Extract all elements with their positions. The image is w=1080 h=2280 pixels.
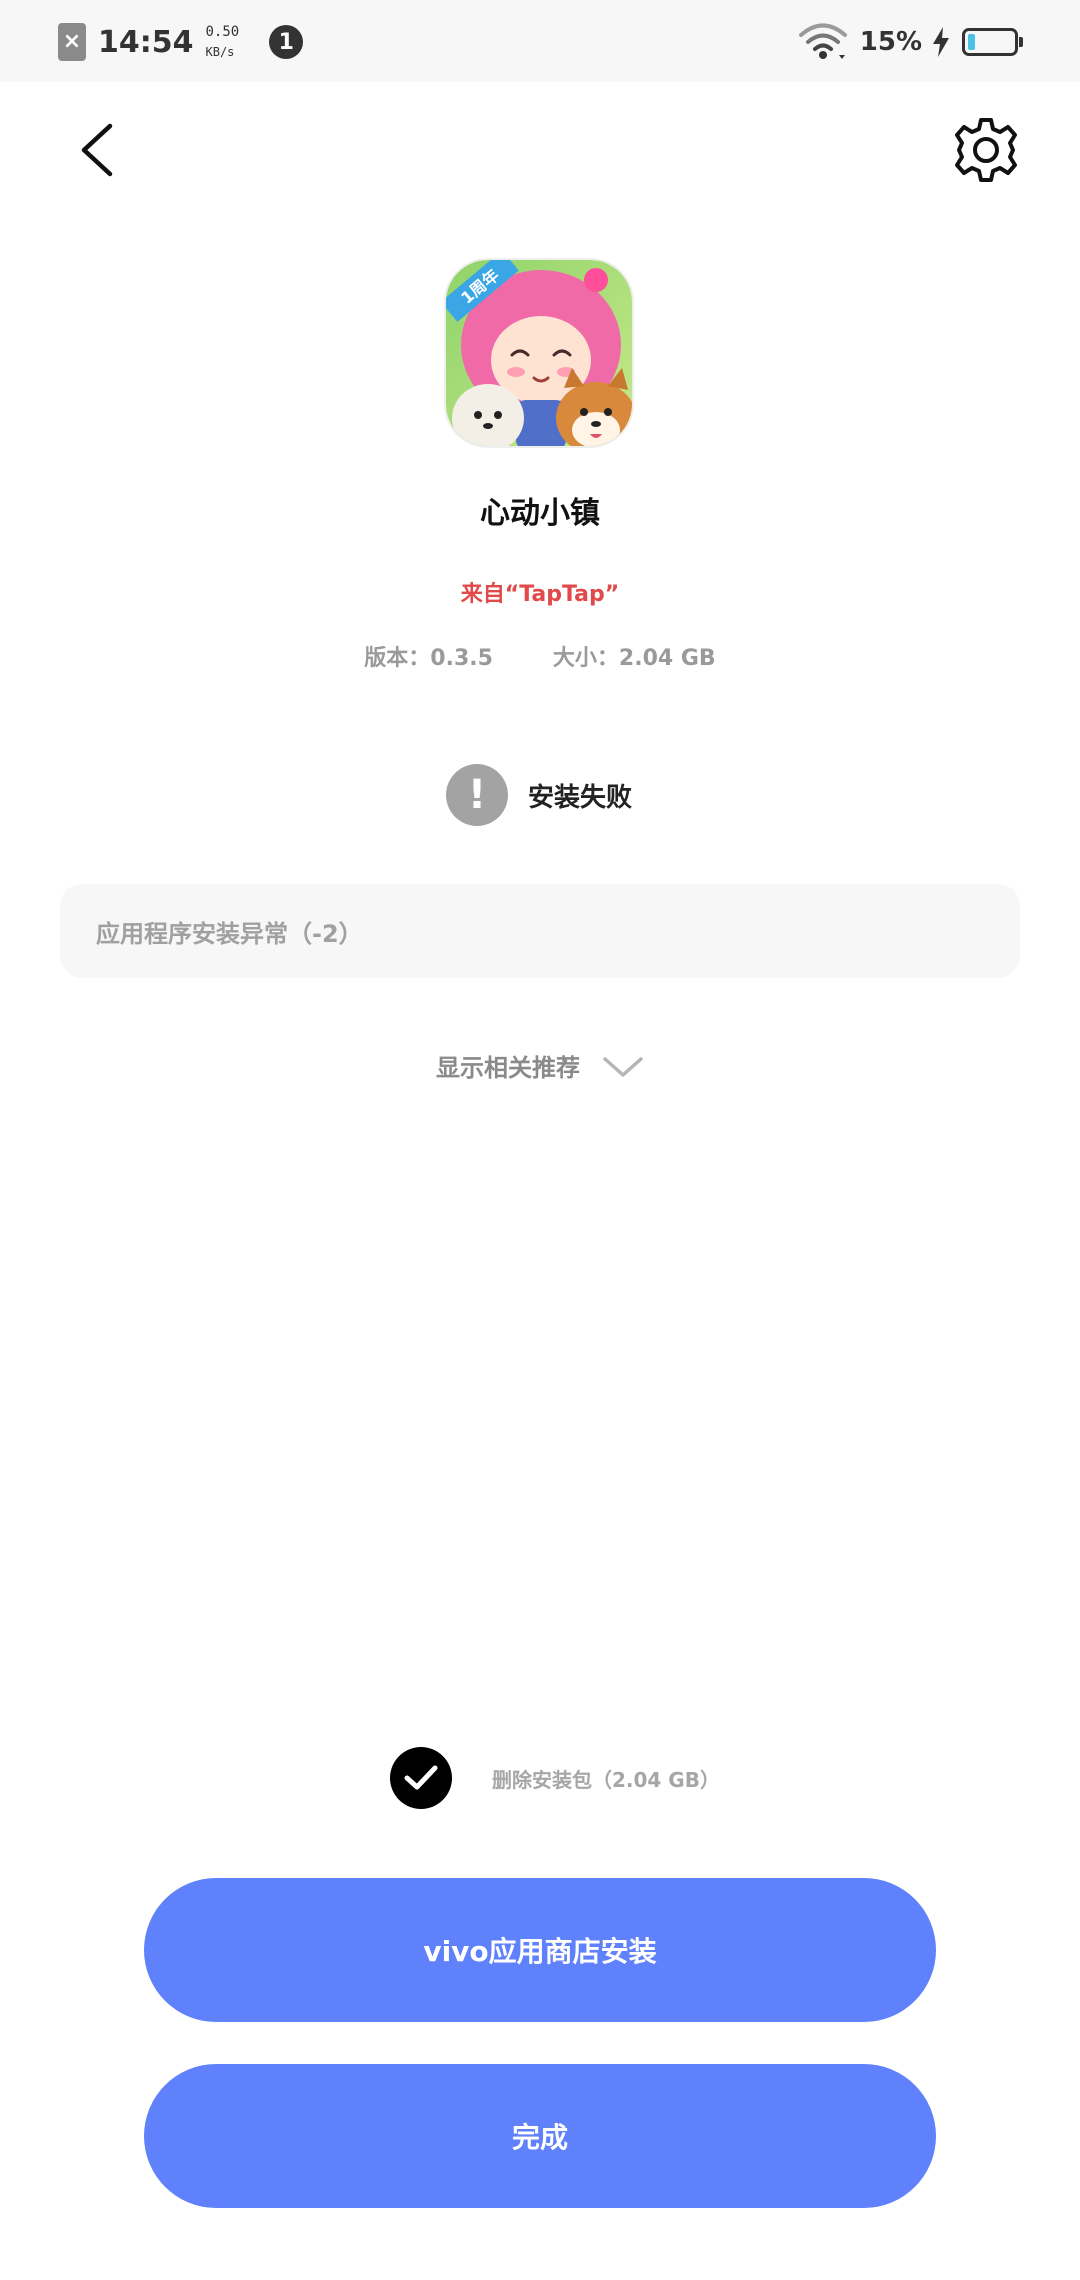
checkmark-icon (404, 1765, 438, 1790)
battery-icon (962, 28, 1023, 56)
gear-icon (955, 118, 1017, 182)
delete-package-option[interactable]: 删除安装包（2.04 GB） (390, 1746, 720, 1810)
chevron-left-icon (81, 123, 113, 177)
delete-package-checkbox[interactable] (390, 1747, 452, 1809)
status-bar: × 14:54 0.50 KB/s 1 15% (0, 0, 1080, 82)
error-message: 应用程序安装异常（-2） (96, 919, 363, 948)
wifi-icon (798, 23, 847, 59)
app-size: 大小：2.04 GB (552, 646, 716, 671)
network-speed-value: 0.50 (205, 24, 240, 40)
status-time: 14:54 (98, 24, 194, 60)
battery-percent: 15% (859, 27, 922, 57)
app-icon: 1周年 (444, 258, 634, 448)
back-button[interactable] (66, 112, 126, 188)
no-sim-icon: × (58, 23, 86, 61)
show-recommend-label: 显示相关推荐 (436, 1054, 580, 1082)
chevron-down-icon (603, 1056, 643, 1077)
status-right: 15% (798, 20, 1023, 64)
exclamation-icon: ! (446, 764, 508, 826)
settings-button[interactable] (950, 114, 1022, 186)
notification-badge: 1 (269, 25, 304, 59)
done-button[interactable]: 完成 (144, 2064, 936, 2208)
delete-package-label: 删除安装包（2.04 GB） (492, 1767, 720, 1792)
install-status: ! 安装失败 (446, 764, 632, 826)
error-message-box: 应用程序安装异常（-2） (60, 884, 1020, 978)
store-install-button[interactable]: vivo应用商店安装 (144, 1878, 936, 2022)
show-recommend-toggle[interactable]: 显示相关推荐 (0, 1048, 1080, 1083)
app-version: 版本：0.3.5 (364, 646, 493, 671)
battery-level-fill (968, 34, 975, 50)
app-name: 心动小镇 (480, 496, 600, 531)
install-result-screen: × 14:54 0.50 KB/s 1 15% 1周年 心动小镇 来自“TapT… (0, 0, 1080, 2280)
app-source: 来自“TapTap” (460, 582, 620, 607)
app-meta: 版本：0.3.5 大小：2.04 GB (0, 640, 1080, 672)
install-status-text: 安装失败 (528, 782, 633, 813)
status-left: × 14:54 0.50 KB/s 1 (58, 22, 304, 62)
charging-icon (933, 27, 949, 57)
network-speed: 0.50 KB/s (206, 24, 240, 60)
network-speed-unit: KB/s (205, 45, 235, 59)
